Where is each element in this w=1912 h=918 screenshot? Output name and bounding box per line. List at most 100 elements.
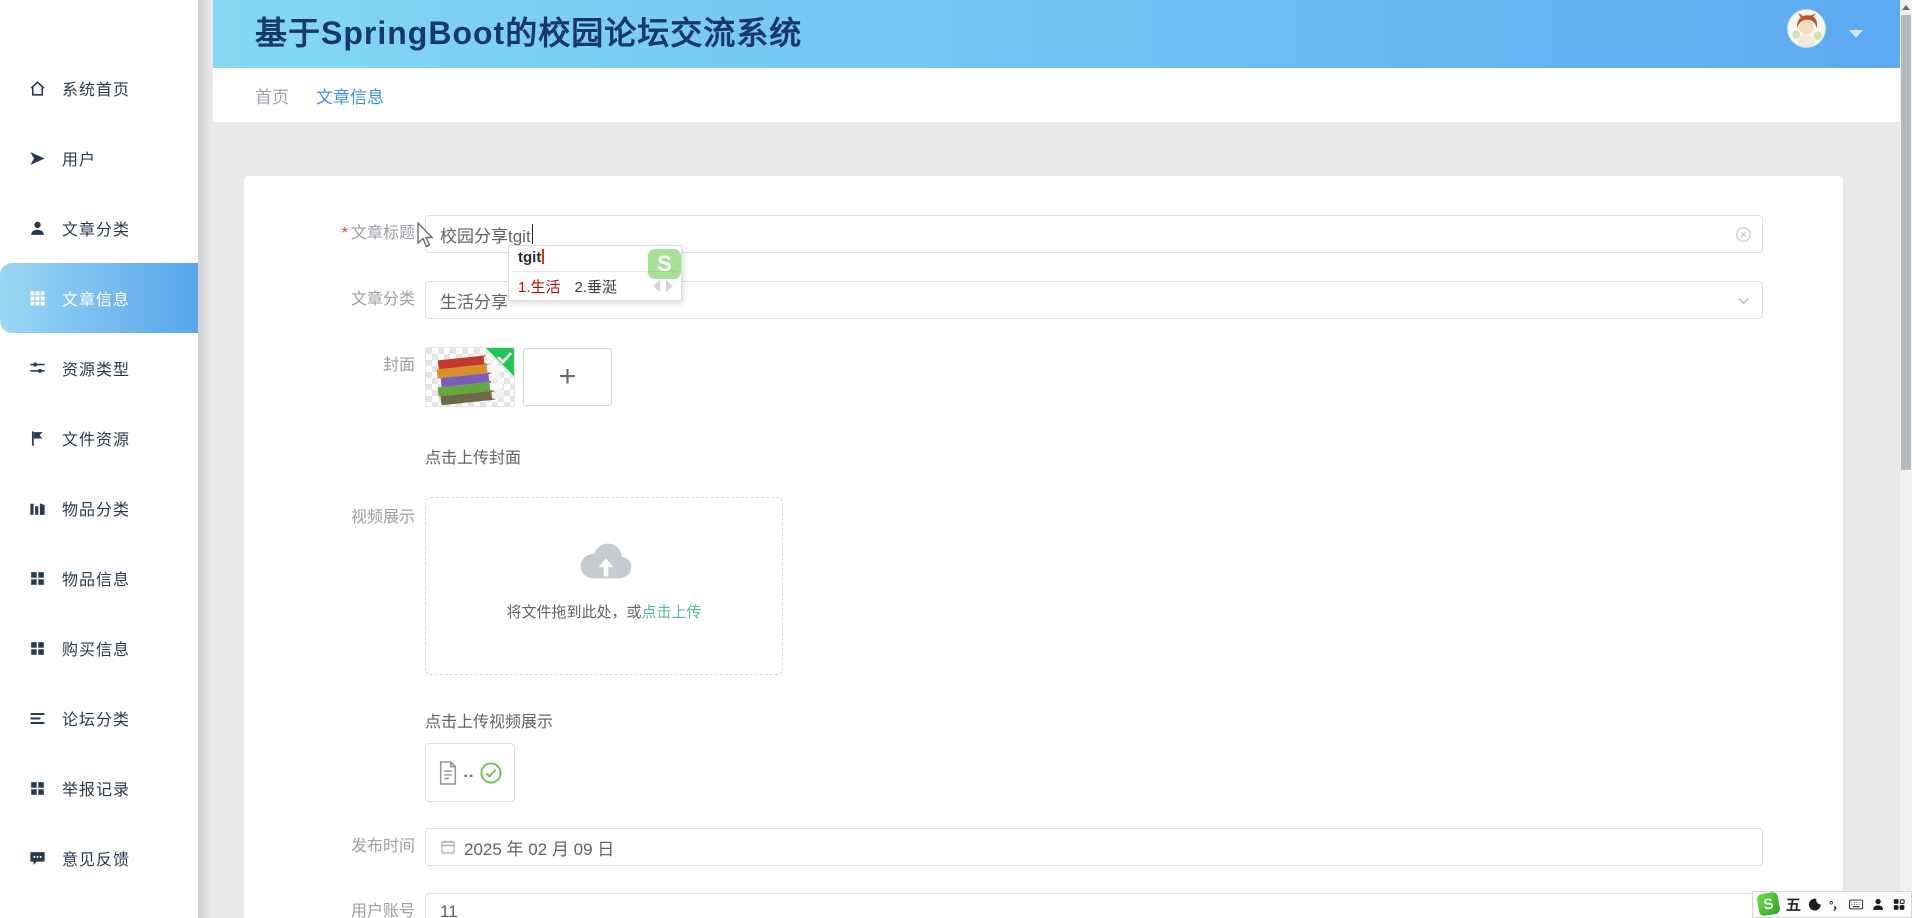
- sidebar-item-label: 文件资源: [62, 432, 131, 449]
- sidebar-item-label: 购买信息: [62, 642, 131, 659]
- video-upload-hint: 点击上传视频展示: [425, 714, 554, 731]
- upload-cloud-icon: [580, 543, 632, 579]
- text-caret: [531, 224, 533, 244]
- sidebar-item-label: 论坛分类: [62, 712, 131, 729]
- toolbox-icon[interactable]: [1892, 897, 1906, 912]
- ime-composition: tgit: [518, 249, 545, 266]
- plus-icon: +: [558, 360, 577, 393]
- cover-books-image: [426, 348, 514, 406]
- document-icon: [439, 760, 456, 785]
- account-value: 11: [440, 902, 458, 918]
- dropzone-upload-link[interactable]: 点击上传: [642, 604, 702, 621]
- cover-upload-hint: 点击上传封面: [425, 450, 522, 467]
- app-header: 基于SpringBoot的校园论坛交流系统: [213, 0, 1901, 68]
- ime-candidate-popup: tgit 1.生活 2.垂涎 S: [508, 245, 682, 301]
- ime-candidate-1[interactable]: 1.生活: [518, 279, 561, 296]
- ime-toolbar: S 五 °，: [1752, 891, 1912, 918]
- flag-icon: [28, 429, 47, 448]
- publish-time-input[interactable]: 2025 年 02 月 09 日: [425, 828, 1763, 866]
- ime-candidate-2[interactable]: 2.垂涎: [575, 279, 618, 296]
- squares-icon: [28, 779, 47, 798]
- sidebar-item-users[interactable]: 用户: [0, 123, 198, 193]
- user-icon: [28, 219, 47, 238]
- scrollbar-thumb[interactable]: [1901, 15, 1911, 470]
- sidebar-item-label: 举报记录: [62, 782, 131, 799]
- sidebar-divider: [198, 0, 213, 918]
- chevron-down-icon: [1735, 292, 1752, 309]
- avatar-dropdown-caret[interactable]: [1849, 30, 1863, 38]
- moon-icon[interactable]: [1808, 897, 1822, 912]
- ime-text-caret: [542, 249, 545, 264]
- sidebar-item-label: 物品分类: [62, 502, 131, 519]
- calendar-icon: [441, 840, 455, 854]
- grid-icon: [28, 289, 47, 308]
- clear-icon[interactable]: [1735, 226, 1752, 243]
- category-label: 文章分类: [350, 291, 415, 308]
- dropzone-text: 将文件拖到此处，或点击上传: [506, 604, 702, 621]
- check-circle-icon: [480, 761, 502, 784]
- content-area: * 文章标题 校园分享tgit 文章分类 生活分享 封面 + 点击上传封面 视频…: [213, 122, 1901, 918]
- sidebar-item-label: 系统首页: [62, 82, 131, 99]
- publish-time-value: 2025 年 02 月 09 日: [464, 839, 615, 859]
- library-icon: [28, 499, 47, 518]
- breadcrumb-current[interactable]: 文章信息: [316, 83, 384, 108]
- sidebar-item-feedback[interactable]: 意见反馈: [0, 823, 198, 893]
- cover-upload-button[interactable]: +: [523, 348, 612, 406]
- article-form-card: * 文章标题 校园分享tgit 文章分类 生活分享 封面 + 点击上传封面 视频…: [244, 176, 1843, 918]
- sogou-logo-watermark: S: [648, 249, 681, 279]
- keyboard-icon[interactable]: [1849, 897, 1864, 912]
- send-icon: [28, 149, 47, 168]
- sidebar-item-report-records[interactable]: 举报记录: [0, 753, 198, 823]
- video-label: 视频展示: [350, 509, 415, 526]
- app-window: 系统首页 用户 文章分类 文章信息 资源类型 文件资源 物品分类 物品信息 购买…: [0, 0, 1912, 918]
- title-label: * 文章标题: [341, 225, 415, 242]
- sidebar-item-label: 用户: [62, 152, 97, 169]
- sidebar-item-item-category[interactable]: 物品分类: [0, 473, 198, 543]
- cover-label: 封面: [382, 357, 415, 374]
- user-mode-icon[interactable]: [1871, 897, 1885, 912]
- sidebar-item-label: 意见反馈: [62, 852, 131, 869]
- ime-prev-icon[interactable]: [653, 280, 660, 292]
- ime-candidates: 1.生活 2.垂涎: [518, 276, 617, 297]
- squares-icon: [28, 639, 47, 658]
- title-input-value: 校园分享tgit: [440, 226, 531, 246]
- sidebar-item-purchase-info[interactable]: 购买信息: [0, 613, 198, 683]
- sidebar-item-article-info[interactable]: 文章信息: [0, 263, 198, 333]
- sogou-logo[interactable]: S: [1756, 891, 1781, 916]
- required-asterisk: *: [341, 225, 348, 242]
- punctuation-mode-icon[interactable]: °，: [1829, 897, 1843, 913]
- account-label: 用户账号: [350, 903, 415, 918]
- sliders-icon: [28, 359, 47, 378]
- sidebar-item-forum-category[interactable]: 论坛分类: [0, 683, 198, 753]
- sidebar-item-item-info[interactable]: 物品信息: [0, 543, 198, 613]
- ime-mode-label[interactable]: 五: [1786, 894, 1801, 915]
- sidebar-item-resource-type[interactable]: 资源类型: [0, 333, 198, 403]
- sidebar-item-file-resource[interactable]: 文件资源: [0, 403, 198, 473]
- breadcrumb-home[interactable]: 首页: [255, 83, 289, 108]
- category-select-value: 生活分享: [440, 292, 508, 312]
- sidebar-item-system-home[interactable]: 系统首页: [0, 53, 198, 123]
- sidebar-item-label: 物品信息: [62, 572, 131, 589]
- list-icon: [28, 709, 47, 728]
- feedback-icon: [28, 849, 47, 868]
- sidebar-item-article-category[interactable]: 文章分类: [0, 193, 198, 263]
- ime-pager: [653, 280, 673, 292]
- avatar[interactable]: [1788, 10, 1825, 47]
- breadcrumb: 首页 文章信息: [213, 68, 1901, 122]
- sidebar-item-label: 文章信息: [62, 292, 131, 309]
- sidebar: 系统首页 用户 文章分类 文章信息 资源类型 文件资源 物品分类 物品信息 购买…: [0, 0, 198, 918]
- account-input[interactable]: 11: [425, 893, 1763, 918]
- ime-next-icon[interactable]: [666, 280, 673, 292]
- uploaded-file-item[interactable]: ..: [425, 743, 515, 802]
- scrollbar-up-button[interactable]: [1900, 0, 1912, 14]
- file-name: ..: [463, 763, 475, 781]
- avatar-image: [1788, 10, 1825, 47]
- scroll-up-icon: [1902, 4, 1910, 10]
- video-dropzone[interactable]: 将文件拖到此处，或点击上传: [425, 497, 783, 675]
- sidebar-item-label: 资源类型: [62, 362, 131, 379]
- sidebar-item-label: 文章分类: [62, 222, 131, 239]
- cover-thumbnail[interactable]: [425, 347, 515, 407]
- page-scrollbar[interactable]: [1900, 0, 1912, 918]
- main-area: 基于SpringBoot的校园论坛交流系统 首页 文章信息 * 文章标题 校园分…: [213, 0, 1901, 918]
- squares-icon: [28, 569, 47, 588]
